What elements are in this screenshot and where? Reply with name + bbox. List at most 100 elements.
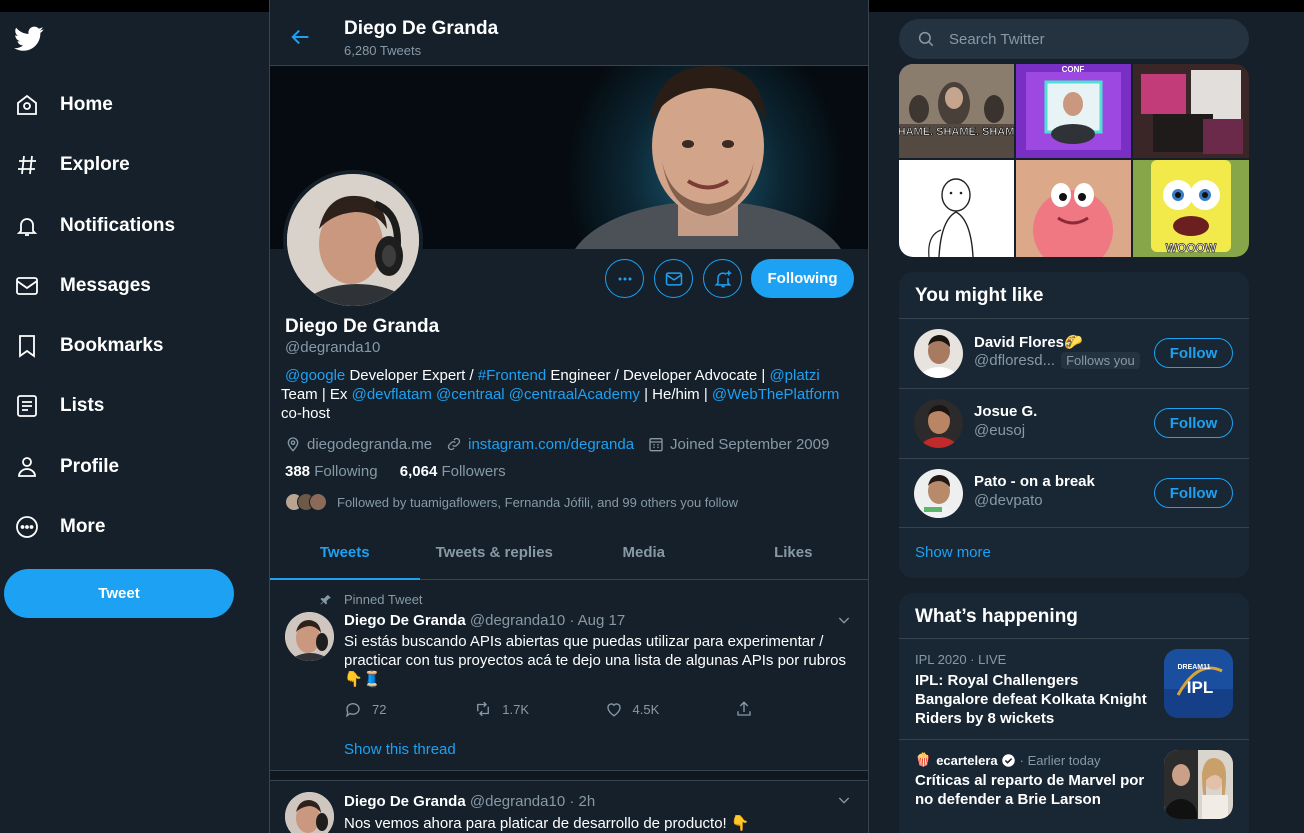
header-name: Diego De Granda	[344, 18, 499, 39]
media-thumb[interactable]: WOOOW	[1133, 160, 1249, 257]
nav-explore[interactable]: Explore	[14, 145, 130, 185]
reply-count: 72	[372, 701, 387, 717]
user-handle: @eusoj	[974, 422, 1026, 439]
bio-text: co-host	[281, 405, 331, 422]
nav-home[interactable]: Home	[14, 85, 113, 125]
tweet-text: Si estás buscando APIs abiertas que pued…	[344, 633, 846, 688]
list-item[interactable]: Pato - on a break @devpato Follow	[899, 458, 1249, 528]
follow-button[interactable]: Follow	[1154, 338, 1233, 368]
user-name[interactable]: David Flores🌮	[974, 333, 1083, 351]
wooow-caption: WOOOW	[1166, 241, 1217, 255]
tweet-author-name[interactable]: Diego De Granda	[344, 612, 466, 629]
reply-button[interactable]: 72	[344, 699, 474, 719]
tweet[interactable]: Pinned Tweet Diego De Granda @degranda10…	[270, 580, 868, 771]
bio-link-platzi[interactable]: @platzi	[769, 367, 819, 384]
divider	[270, 771, 868, 781]
nav-messages[interactable]: Messages	[14, 266, 151, 306]
bio-text: Engineer / Developer Advocate |	[546, 367, 770, 384]
tweet-button[interactable]: Tweet	[4, 569, 234, 618]
avatar[interactable]	[285, 792, 334, 833]
media-thumb[interactable]	[899, 160, 1014, 257]
nav-notifications[interactable]: Notifications	[14, 206, 175, 246]
bio-link-centraal[interactable]: @centraal	[436, 386, 505, 403]
bio-text: | He/him |	[639, 386, 712, 403]
message-button[interactable]	[654, 259, 693, 298]
list-icon	[14, 393, 40, 419]
media-thumb[interactable]: HAME. SHAME. SHAM	[899, 64, 1014, 158]
user-name[interactable]: Pato - on a break	[974, 473, 1095, 490]
nav-lists[interactable]: Lists	[14, 386, 104, 426]
nav-more[interactable]: More	[14, 507, 105, 547]
tweet-meta: @degranda10 · Aug 17	[469, 612, 626, 629]
follow-button[interactable]: Follow	[1154, 408, 1233, 438]
trend-meta: IPL 2020 · LIVE	[915, 652, 1007, 667]
envelope-icon	[14, 273, 40, 299]
more-circle-icon	[14, 514, 40, 540]
profile-name: Diego De Granda	[285, 316, 440, 337]
bell-icon	[14, 213, 40, 239]
chevron-down-icon[interactable]	[836, 612, 852, 633]
media-thumb[interactable]	[1016, 160, 1131, 257]
trend-item[interactable]: 🍿 ecartelera · Earlier today Críticas al…	[899, 739, 1249, 833]
bio-link-webtheplatform[interactable]: @WebThePlatform	[712, 386, 840, 403]
home-icon	[14, 92, 40, 118]
tab-tweets[interactable]: Tweets	[270, 526, 420, 580]
tab-media[interactable]: Media	[569, 526, 719, 579]
follow-button[interactable]: Follow	[1154, 478, 1233, 508]
followed-by[interactable]: Followed by tuamigaflowers, Fernanda Jóf…	[285, 492, 738, 512]
bio-link-centraalacademy[interactable]: @centraalAcademy	[509, 386, 640, 403]
calendar-icon	[649, 438, 663, 452]
media-thumb[interactable]	[1133, 64, 1249, 158]
bio-link-devflatam[interactable]: @devflatam	[352, 386, 432, 403]
bio-hashtag-frontend[interactable]: #Frontend	[478, 367, 546, 384]
trend-title: Críticas al reparto de Marvel por no def…	[915, 772, 1145, 808]
nav-home-label: Home	[60, 94, 113, 115]
retweet-icon	[477, 701, 490, 717]
profile-header: Diego De Granda 6,280 Tweets	[270, 0, 868, 66]
nav-profile[interactable]: Profile	[14, 447, 119, 487]
profile-meta: diegodegranda.me instagram.com/degranda …	[285, 434, 843, 454]
user-handle: @dfloresd...	[974, 352, 1056, 369]
tweet[interactable]: Diego De Granda @degranda10 · 2h Nos vem…	[270, 782, 868, 833]
right-sidebar: HAME. SHAME. SHAM CONF WOOOW You might l…	[899, 0, 1249, 833]
more-options-button[interactable]	[605, 259, 644, 298]
following-count-link[interactable]: 388 Following	[285, 463, 378, 480]
like-button[interactable]: 4.5K	[605, 699, 735, 719]
profile-website[interactable]: instagram.com/degranda	[446, 436, 634, 453]
following-button[interactable]: Following	[751, 259, 854, 298]
tweet-author-name[interactable]: Diego De Granda	[344, 793, 466, 810]
nav-bookmarks-label: Bookmarks	[60, 335, 164, 356]
nav-bookmarks[interactable]: Bookmarks	[14, 326, 164, 366]
list-item[interactable]: Josue G. @eusoj Follow	[899, 388, 1249, 458]
avatar[interactable]	[914, 399, 963, 448]
search-box[interactable]	[899, 19, 1249, 59]
share-button[interactable]	[735, 699, 774, 719]
tab-tweets-replies[interactable]: Tweets & replies	[420, 526, 570, 579]
followers-label: Followers	[441, 463, 506, 480]
bio-link-google[interactable]: @google	[285, 367, 345, 384]
tab-likes[interactable]: Likes	[719, 526, 869, 579]
trend-title: IPL: Royal Challengers Bangalore defeat …	[915, 672, 1147, 727]
search-input[interactable]	[949, 30, 1229, 48]
show-thread-link[interactable]: Show this thread	[344, 741, 456, 758]
trend-item[interactable]: IPL 2020 · LIVE IPL: Royal Challengers B…	[899, 638, 1249, 739]
avatar[interactable]	[914, 329, 963, 378]
followers-count: 6,064	[399, 463, 438, 480]
notify-bell-button[interactable]	[703, 259, 742, 298]
profile-avatar[interactable]	[283, 170, 423, 310]
back-arrow-icon[interactable]	[290, 26, 312, 53]
twitter-bird-icon[interactable]	[14, 26, 44, 52]
show-more-link[interactable]: Show more	[915, 544, 991, 561]
profile-joined: Joined September 2009	[648, 436, 829, 453]
retweet-button[interactable]: 1.7K	[474, 699, 604, 719]
website-link[interactable]: instagram.com/degranda	[468, 436, 634, 453]
chevron-down-icon[interactable]	[836, 792, 852, 813]
followers-count-link[interactable]: 6,064 Followers	[400, 463, 506, 480]
avatar[interactable]	[285, 612, 334, 661]
list-item[interactable]: David Flores🌮 @dfloresd... Follows you Fo…	[899, 318, 1249, 388]
who-to-follow-title: You might like	[915, 285, 1044, 306]
following-count: 388	[285, 463, 311, 480]
media-thumb[interactable]: CONF	[1016, 64, 1131, 158]
avatar[interactable]	[914, 469, 963, 518]
user-name[interactable]: Josue G.	[974, 403, 1037, 420]
